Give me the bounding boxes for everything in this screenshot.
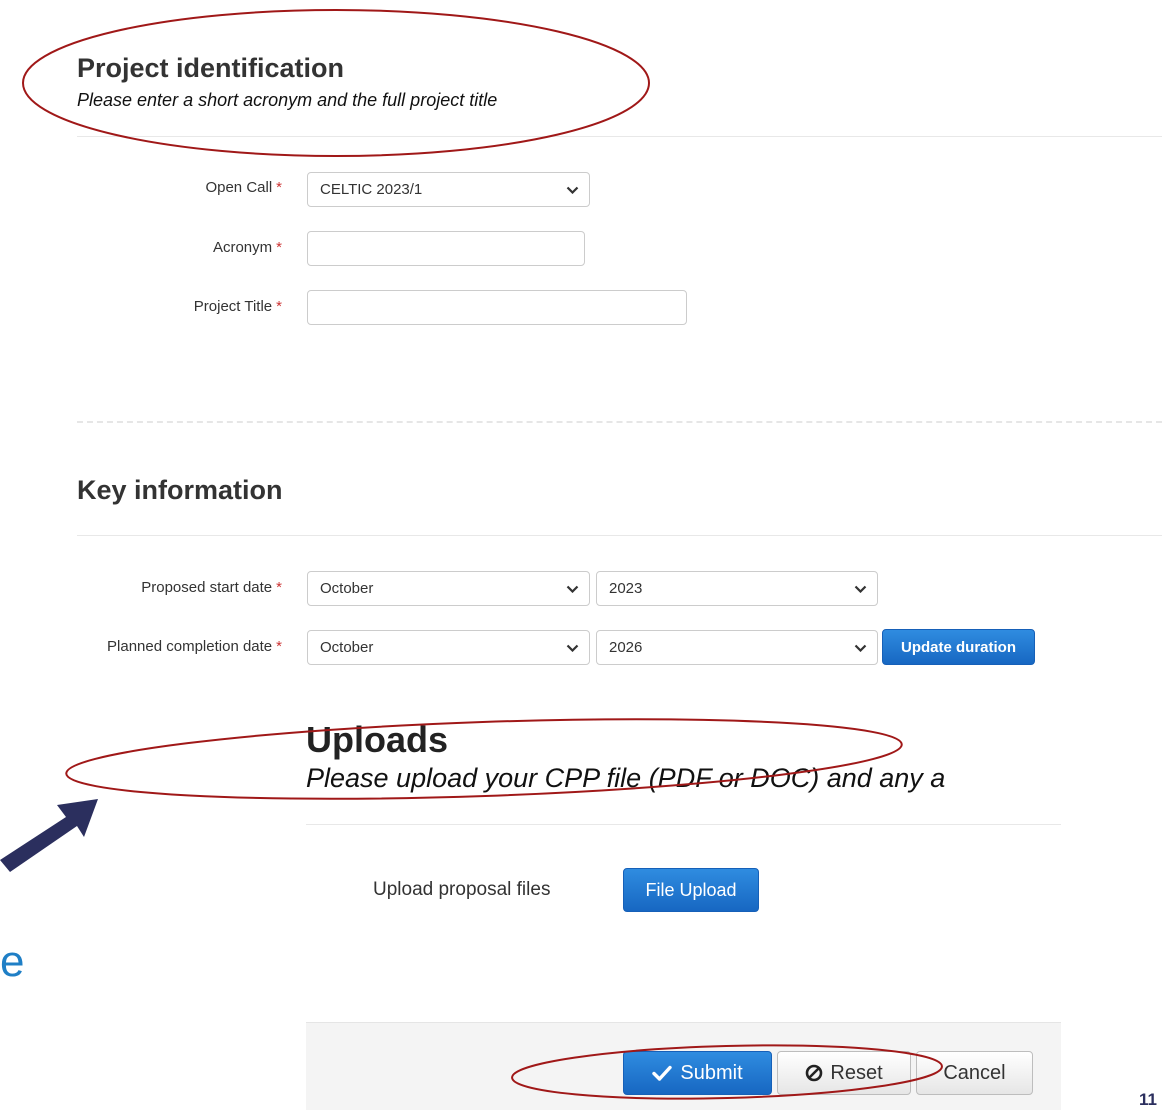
chevron-down-icon xyxy=(854,631,867,664)
reset-button[interactable]: Reset xyxy=(777,1051,911,1095)
uploads-subtitle: Please upload your CPP file (PDF or DOC)… xyxy=(306,763,946,793)
ban-icon xyxy=(805,1064,823,1082)
chevron-down-icon xyxy=(566,572,579,605)
arrow-icon xyxy=(0,799,98,872)
acronym-input[interactable] xyxy=(307,231,585,266)
project-identification-heading: Project identification xyxy=(77,53,345,83)
slide-text-fragment: e xyxy=(0,937,25,986)
divider xyxy=(77,535,1162,536)
acronym-label: Acronym * xyxy=(212,239,282,256)
project-identification-subtitle: Please enter a short acronym and the ful… xyxy=(77,90,498,110)
upload-proposal-files-label: Upload proposal files xyxy=(373,879,551,900)
completion-month-select[interactable]: October xyxy=(307,630,590,665)
start-year-select[interactable]: 2023 xyxy=(596,571,878,606)
annotation-ellipse xyxy=(65,718,903,800)
chevron-down-icon xyxy=(566,631,579,664)
update-duration-button[interactable]: Update duration xyxy=(882,629,1035,665)
cancel-button[interactable]: Cancel xyxy=(916,1051,1033,1095)
open-call-select[interactable]: CELTIC 2023/1 xyxy=(307,172,590,207)
file-upload-button[interactable]: File Upload xyxy=(623,868,759,912)
completion-year-select[interactable]: 2026 xyxy=(596,630,878,665)
start-month-select[interactable]: October xyxy=(307,571,590,606)
project-title-input[interactable] xyxy=(307,290,687,325)
divider xyxy=(77,136,1162,137)
completion-date-label: Planned completion date * xyxy=(107,638,282,655)
open-call-label: Open Call * xyxy=(205,179,282,196)
submit-button[interactable]: Submit xyxy=(623,1051,772,1095)
uploads-heading: Uploads xyxy=(306,719,449,760)
chevron-down-icon xyxy=(566,173,579,206)
section-separator xyxy=(77,421,1162,423)
start-date-label: Proposed start date * xyxy=(141,579,282,596)
annotation-overlay xyxy=(0,9,943,1100)
slide-number: 11 xyxy=(1139,1090,1157,1109)
checkmark-icon xyxy=(652,1065,673,1081)
chevron-down-icon xyxy=(854,572,867,605)
project-title-label: Project Title * xyxy=(193,298,282,315)
divider xyxy=(306,824,1061,825)
key-information-heading: Key information xyxy=(77,475,283,505)
